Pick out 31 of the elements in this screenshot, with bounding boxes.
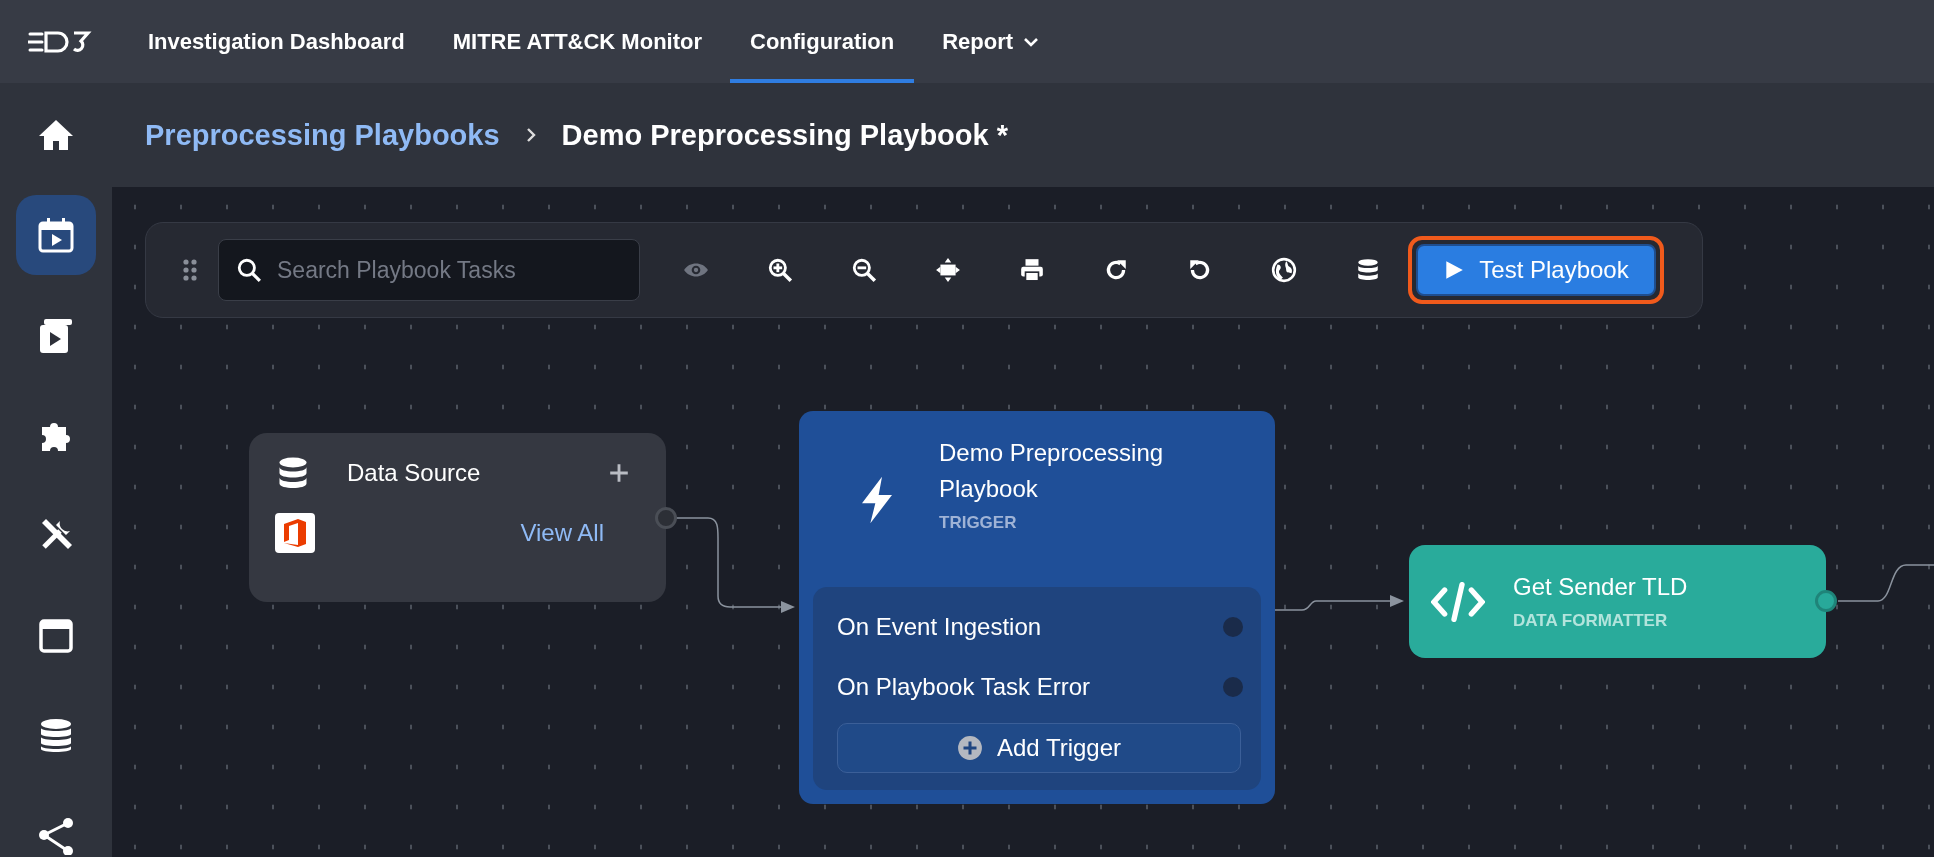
node-title: Data Source [347, 459, 482, 487]
breadcrumb-link[interactable]: Preprocessing Playbooks [145, 118, 500, 152]
test-playbook-button[interactable]: Test Playbook [1416, 244, 1656, 296]
node-type-label: DATA FORMATTER [1513, 610, 1669, 631]
nav-tab[interactable]: MITRE ATT&CK Monitor [432, 0, 722, 83]
add-trigger-button[interactable]: Add Trigger [837, 723, 1241, 773]
view-all-link[interactable]: View All [520, 519, 604, 547]
drag-handle-icon[interactable] [182, 258, 198, 282]
share-icon [36, 815, 76, 855]
node-port[interactable] [1815, 590, 1837, 612]
node-title: Demo Preprocessing Playbook [939, 438, 1165, 504]
search-field[interactable]: Search Playbook Tasks [218, 239, 640, 301]
trigger-event[interactable]: On Playbook Task Error [837, 673, 1090, 701]
trigger-node[interactable]: Demo Preprocessing Playbook TRIGGER On Event Ingestion On Playbook Task Error Add Trigger [799, 411, 1275, 804]
nav-tab[interactable]: Investigation Dashboard [128, 0, 425, 83]
search-icon [236, 257, 262, 283]
trigger-event[interactable]: On Event Ingestion [837, 613, 1042, 641]
chevron-icon [525, 127, 536, 143]
page-title: Demo Preprocessing Playbook * [561, 118, 1009, 152]
office-app-icon [275, 513, 315, 553]
calendar-play-icon [36, 215, 76, 255]
sidebar-item[interactable] [16, 195, 96, 275]
nav-tab[interactable]: Report [922, 0, 1060, 83]
plus-circle-icon [956, 735, 983, 761]
node-title: Get Sender TLD [1513, 572, 1688, 601]
data-source-node[interactable]: Data Source View All [249, 433, 666, 602]
code-icon [1431, 581, 1485, 622]
caret-icon [1023, 36, 1040, 47]
node-type-label: TRIGGER [939, 513, 1018, 533]
plus-icon[interactable] [608, 462, 630, 484]
node-port[interactable] [655, 507, 677, 529]
